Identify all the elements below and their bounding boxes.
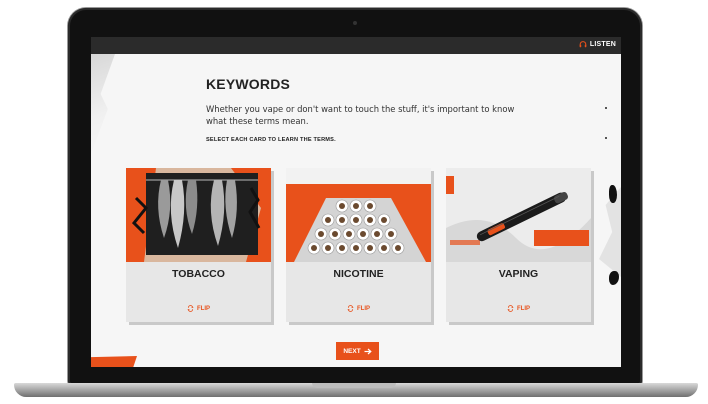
card-title: NICOTINE (333, 268, 384, 280)
card-tobacco[interactable]: TOBACCO FLIP (126, 168, 271, 322)
listen-label: LISTEN (589, 40, 616, 48)
flip-label: FLIP (197, 305, 210, 312)
flip-button[interactable]: FLIP (126, 305, 271, 312)
laptop-notch (312, 383, 396, 388)
card-vaping[interactable]: VAPING FLIP (446, 168, 591, 322)
next-button[interactable]: NEXT (336, 342, 379, 360)
instruction-text: SELECT EACH CARD TO LEARN THE TERMS. (206, 137, 336, 143)
vaping-image (446, 168, 591, 262)
flip-icon (507, 305, 514, 312)
flip-button[interactable]: FLIP (286, 305, 431, 312)
ink-splat (609, 271, 619, 285)
flip-label: FLIP (357, 305, 370, 312)
card-title: VAPING (498, 268, 539, 280)
tobacco-image (126, 168, 271, 262)
flip-button[interactable]: FLIP (446, 305, 591, 312)
camera-dot (353, 21, 357, 25)
top-bar: LISTEN (91, 37, 621, 54)
flip-label: FLIP (517, 305, 530, 312)
card-nicotine[interactable]: NICOTINE FLIP (286, 168, 431, 322)
side-marker (605, 107, 607, 109)
grunge-decoration-left (91, 54, 115, 154)
headphones-icon (579, 41, 587, 48)
ink-splat (609, 185, 617, 203)
intro-text: Whether you vape or don't want to touch … (206, 104, 515, 126)
side-marker (605, 137, 607, 139)
arrow-right-icon (364, 348, 372, 354)
card-title: TOBACCO (172, 268, 225, 280)
next-label: NEXT (343, 347, 361, 355)
flip-icon (187, 305, 194, 312)
orange-tape-decoration (91, 356, 137, 367)
listen-button[interactable]: LISTEN (579, 40, 616, 48)
nicotine-image (286, 168, 431, 262)
screen: LISTEN KEYWORDS Whether you vape or don'… (91, 37, 621, 367)
page-title: KEYWORDS (206, 76, 291, 92)
flip-icon (347, 305, 354, 312)
